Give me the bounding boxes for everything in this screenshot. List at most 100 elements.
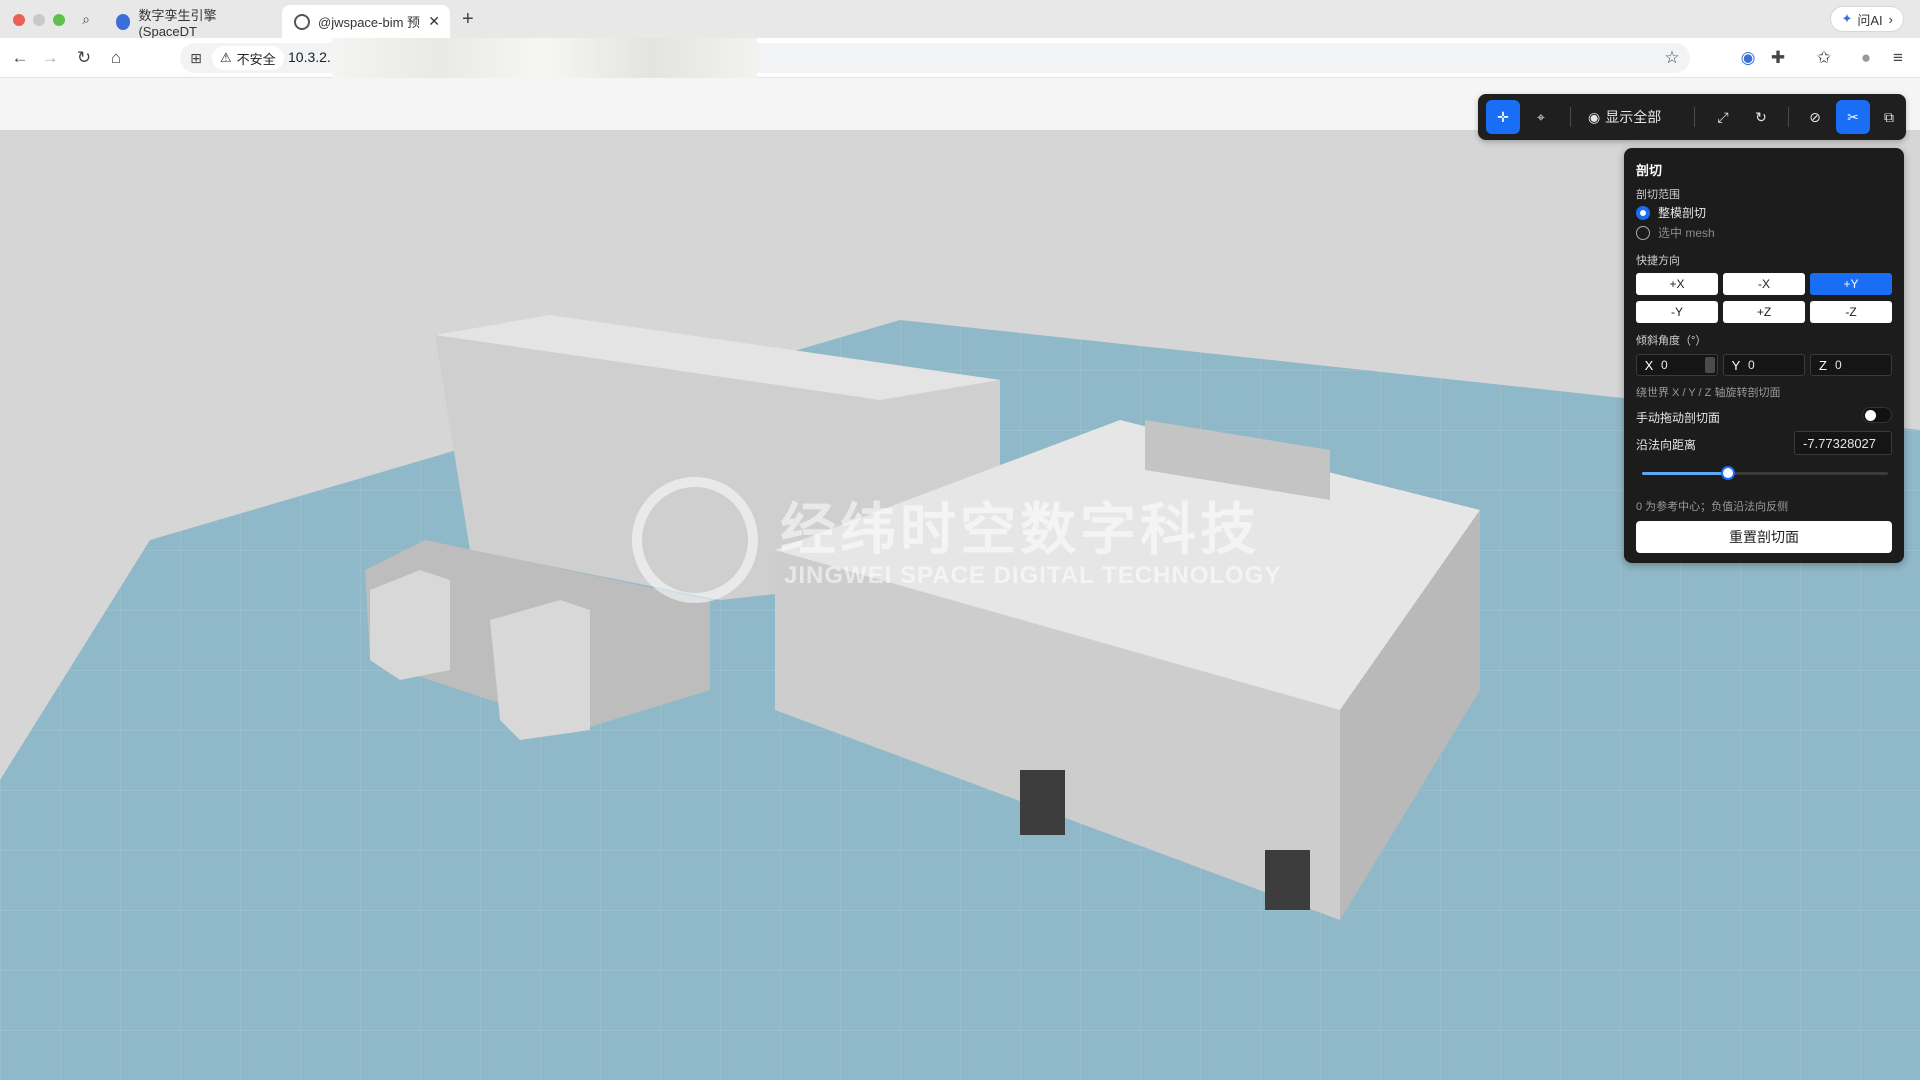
- back-icon[interactable]: ←: [8, 46, 32, 70]
- address-bar[interactable]: ⊞ ⚠ 不安全 10.3.2. ☆: [180, 38, 1690, 80]
- fit-view-button[interactable]: ⤢: [1706, 100, 1740, 134]
- axis-label: X: [1644, 357, 1654, 373]
- ai-logo-icon: ✦: [1841, 11, 1853, 26]
- jwspace-favicon-icon: [294, 13, 310, 30]
- distance-slider[interactable]: [1642, 466, 1888, 480]
- dir-minus-x-button[interactable]: -X: [1723, 273, 1805, 295]
- radio-label: 整模剖切: [1658, 206, 1707, 220]
- manual-drag-label: 手动拖动剖切面: [1636, 411, 1721, 425]
- section-tool-button[interactable]: ✂: [1836, 100, 1870, 134]
- range-label: 剖切范围: [1636, 189, 1680, 201]
- ask-ai-label: 问AI: [1857, 12, 1883, 28]
- url-redaction: [332, 38, 757, 80]
- pump-box-left: [370, 570, 450, 680]
- close-tab-icon[interactable]: ✕: [428, 13, 440, 30]
- crosshair-plus-icon: ✛: [1497, 108, 1509, 125]
- new-tab-button[interactable]: +: [462, 8, 474, 31]
- dir-plus-y-button[interactable]: +Y: [1810, 273, 1892, 295]
- site-info-icon[interactable]: ⊞: [184, 46, 208, 70]
- menu-icon[interactable]: ≡: [1886, 46, 1910, 70]
- chevron-right-icon: ›: [1888, 11, 1893, 27]
- radio-selected-icon: [1636, 205, 1650, 220]
- spacedt-favicon-icon: [116, 13, 131, 30]
- insecure-label: 不安全: [236, 51, 276, 67]
- distance-input[interactable]: -7.77328027: [1794, 431, 1892, 455]
- toolbar-separator: [1788, 107, 1789, 127]
- tilt-x-input[interactable]: X 0: [1636, 354, 1718, 376]
- favorites-icon[interactable]: ✩: [1812, 46, 1836, 70]
- slider-thumb[interactable]: [1721, 466, 1736, 480]
- bookmark-star-icon[interactable]: ☆: [1660, 46, 1684, 70]
- ask-ai-button[interactable]: ✦ 问AI ›: [1830, 6, 1904, 32]
- tilt-y-input[interactable]: Y 0: [1723, 354, 1805, 376]
- hide-button[interactable]: ⊘: [1798, 100, 1832, 134]
- copy-tool-button[interactable]: ⧉: [1872, 100, 1906, 134]
- reset-section-button[interactable]: 重置剖切面: [1636, 521, 1892, 553]
- maximize-window-button[interactable]: [53, 14, 65, 26]
- tab-label: 数字孪生引擎(SpaceDT: [138, 7, 217, 39]
- axis-label: Y: [1731, 357, 1741, 373]
- tilt-z-input[interactable]: Z 0: [1810, 354, 1892, 376]
- scissors-icon: ✂: [1847, 108, 1859, 125]
- tab-search-icon[interactable]: ⌕: [74, 7, 98, 31]
- dir-minus-y-button[interactable]: -Y: [1636, 301, 1718, 323]
- eye-off-icon: ⊘: [1809, 108, 1821, 125]
- distance-label: 沿法向距离: [1636, 438, 1697, 452]
- home-icon[interactable]: ⌂: [104, 46, 128, 70]
- eye-icon: ◉: [1588, 108, 1601, 125]
- dir-plus-z-button[interactable]: +Z: [1723, 301, 1805, 323]
- watermark-cn: 经纬时空数字科技: [780, 498, 1260, 561]
- extension-g-icon[interactable]: ◉: [1736, 46, 1760, 70]
- toolbar-separator: [1694, 107, 1695, 127]
- watermark-en: JINGWEI SPACE DIGITAL TECHNOLOGY: [784, 562, 1282, 589]
- pump-box-right: [490, 600, 590, 740]
- quick-direction-label: 快捷方向: [1636, 255, 1680, 267]
- axis-value: 0: [1661, 358, 1668, 372]
- front-door: [1020, 770, 1065, 835]
- manual-drag-toggle[interactable]: [1862, 407, 1892, 423]
- axis-value: 0: [1835, 358, 1842, 372]
- forward-icon[interactable]: →: [38, 46, 62, 70]
- show-all-button[interactable]: ◉ 显示全部: [1582, 100, 1667, 134]
- security-badge[interactable]: ⚠ 不安全: [212, 46, 284, 70]
- locate-tool-button[interactable]: ⌖: [1524, 100, 1558, 134]
- radio-unselected-icon: [1636, 225, 1650, 240]
- axis-label: Z: [1819, 357, 1827, 373]
- distance-hint: 0 为参考中心；负值沿法向反侧: [1636, 501, 1789, 513]
- radio-whole-model[interactable]: 整模剖切: [1636, 204, 1706, 221]
- close-window-button[interactable]: [13, 14, 25, 26]
- tilt-hint: 绕世界 X / Y / Z 轴旋转剖切面: [1636, 387, 1781, 399]
- tab-jwspace-bim[interactable]: @jwspace-bim 预 ✕: [282, 5, 450, 38]
- section-panel: 剖切 剖切范围 整模剖切 选中 mesh 快捷方向 +X -X +Y -Y +Z…: [1624, 148, 1904, 563]
- fullscreen-icon: ⤢: [1717, 108, 1729, 125]
- side-door: [1265, 850, 1310, 910]
- profile-avatar-icon[interactable]: ●: [1854, 46, 1878, 70]
- axis-value: 0: [1748, 358, 1755, 372]
- slider-fill: [1642, 472, 1729, 475]
- viewer-toolbar: ✛ ⌖ ◉ 显示全部 ⤢ ↻ ⊘ ✂ ⧉: [1478, 94, 1906, 140]
- dir-minus-z-button[interactable]: -Z: [1810, 301, 1892, 323]
- url-text: 10.3.2.: [288, 49, 331, 65]
- reset-view-button[interactable]: ↻: [1744, 100, 1778, 134]
- refresh-icon: ↻: [1755, 108, 1767, 125]
- minimize-window-button[interactable]: [33, 14, 45, 26]
- dir-plus-x-button[interactable]: +X: [1636, 273, 1718, 295]
- warning-icon: ⚠: [220, 50, 232, 65]
- browser-toolbar: ← → ↻ ⌂ ⊞ ⚠ 不安全 10.3.2. ☆ ◉ ✚ ✩ ● ≡: [0, 38, 1920, 80]
- browser-tab-bar: ⌕ 数字孪生引擎(SpaceDT @jwspace-bim 预 ✕ + ✦ 问A…: [0, 0, 1920, 39]
- target-icon: ⌖: [1537, 108, 1545, 125]
- radio-label: 选中 mesh: [1658, 226, 1715, 240]
- toggle-knob: [1865, 410, 1876, 421]
- reload-icon[interactable]: ↻: [72, 46, 96, 70]
- toolbar-separator: [1570, 107, 1571, 127]
- layers-icon: ⧉: [1884, 108, 1894, 125]
- move-tool-button[interactable]: ✛: [1486, 100, 1520, 134]
- extensions-puzzle-icon[interactable]: ✚: [1766, 46, 1790, 70]
- radio-selected-mesh[interactable]: 选中 mesh: [1636, 224, 1715, 241]
- panel-title: 剖切: [1636, 163, 1663, 178]
- tab-spacedt[interactable]: 数字孪生引擎(SpaceDT: [104, 5, 274, 39]
- tab-label: @jwspace-bim 预: [318, 15, 421, 30]
- show-all-label: 显示全部: [1605, 109, 1662, 125]
- tilt-angle-label: 倾斜角度（°）: [1636, 335, 1707, 347]
- stepper-icon[interactable]: [1705, 357, 1715, 373]
